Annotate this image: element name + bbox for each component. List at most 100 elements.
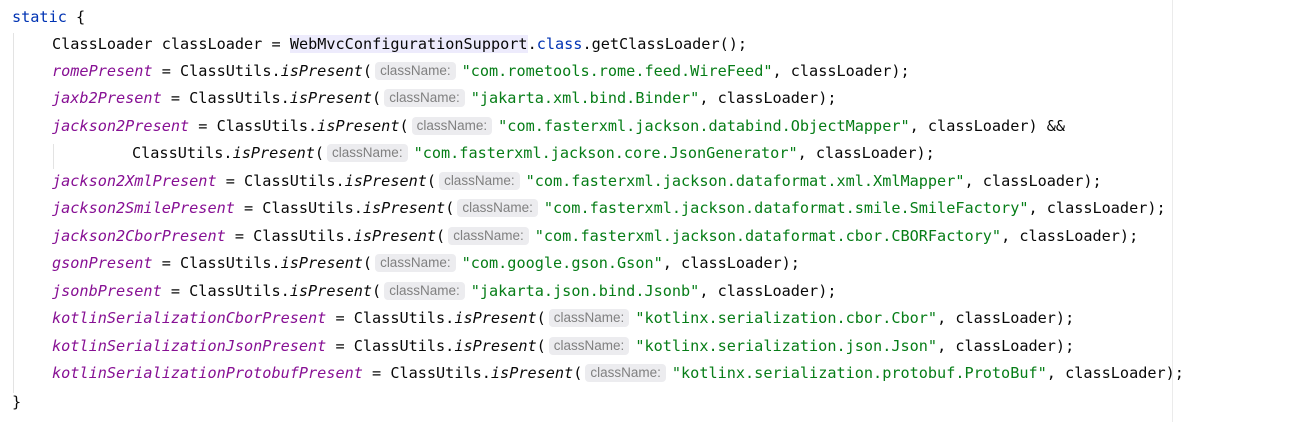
method-name: isPresent <box>280 254 363 272</box>
class-utils-ref: = ClassUtils. <box>152 254 281 272</box>
parameter-name-hint: className: <box>375 62 456 80</box>
method-name: isPresent <box>454 337 537 355</box>
code-line-assignment[interactable]: romePresent = ClassUtils.isPresent(class… <box>52 58 910 85</box>
field-name: jsonbPresent <box>52 282 162 300</box>
class-utils-ref: = ClassUtils. <box>234 199 363 217</box>
open-paren: ( <box>436 227 446 245</box>
code-line-assignment[interactable]: kotlinSerializationProtobufPresent = Cla… <box>52 360 1184 387</box>
field-name: jackson2CborPresent <box>52 227 226 245</box>
string-literal: "com.fasterxml.jackson.databind.ObjectMa… <box>498 117 910 135</box>
parameter-name-hint: className: <box>457 199 538 217</box>
string-literal: "com.fasterxml.jackson.core.JsonGenerato… <box>413 144 798 162</box>
parameter-name-hint: className: <box>585 364 666 382</box>
call-tail: , classLoader) && <box>909 117 1066 135</box>
call-tail: , classLoader); <box>1046 364 1184 382</box>
parameter-name-hint: className: <box>448 227 529 245</box>
string-literal: "jakarta.json.bind.Jsonb" <box>470 282 700 300</box>
string-literal: "jakarta.xml.bind.Binder" <box>470 89 700 107</box>
method-name: isPresent <box>362 199 446 217</box>
method-name: isPresent <box>280 62 363 80</box>
code-line-assignment[interactable]: jaxb2Present = ClassUtils.isPresent(clas… <box>52 85 836 112</box>
method-name: isPresent <box>454 309 537 327</box>
method-name: isPresent <box>353 227 437 245</box>
class-utils-ref: = ClassUtils. <box>362 364 491 382</box>
field-name: jaxb2Present <box>52 89 162 107</box>
method-name: isPresent <box>490 364 574 382</box>
type-name: ClassLoader <box>52 35 153 53</box>
call-tail: , classLoader); <box>1028 199 1166 217</box>
code-line-static-open[interactable]: static { <box>12 4 85 31</box>
method-name: isPresent <box>317 117 400 135</box>
open-paren: ( <box>536 337 546 355</box>
call-tail: , classLoader); <box>937 337 1075 355</box>
variable-name: classLoader <box>161 35 263 53</box>
string-literal: "kotlinx.serialization.cbor.Cbor" <box>635 309 938 327</box>
open-paren: ( <box>536 309 546 327</box>
code-line-assignment[interactable]: jackson2Present = ClassUtils.isPresent(c… <box>52 113 1065 140</box>
parameter-name-hint: className: <box>548 337 630 355</box>
string-literal: "com.fasterxml.jackson.dataformat.smile.… <box>543 199 1029 217</box>
code-line-assignment[interactable]: jackson2XmlPresent = ClassUtils.isPresen… <box>52 168 1102 195</box>
highlighted-class-name: WebMvcConfigurationSupport <box>289 35 528 53</box>
class-utils-ref: = ClassUtils. <box>326 337 455 355</box>
open-paren: ( <box>426 172 437 190</box>
field-name: kotlinSerializationProtobufPresent <box>52 364 363 382</box>
parameter-name-hint: className: <box>439 172 520 190</box>
parameter-name-hint: className: <box>384 89 465 107</box>
open-brace: { <box>76 8 86 26</box>
get-classloader-call: .getClassLoader(); <box>582 35 748 53</box>
static-keyword: static <box>12 8 67 26</box>
call-tail: , classLoader); <box>937 309 1075 327</box>
parameter-name-hint: className: <box>548 309 630 327</box>
method-name: isPresent <box>289 89 373 107</box>
parameter-name-hint: className: <box>384 282 465 300</box>
code-line-assignment[interactable]: kotlinSerializationCborPresent = ClassUt… <box>52 305 1074 332</box>
open-paren: ( <box>399 117 409 135</box>
string-literal: "kotlinx.serialization.protobuf.ProtoBuf… <box>671 364 1047 382</box>
string-literal: "com.fasterxml.jackson.dataformat.xml.Xm… <box>525 172 965 190</box>
right-margin-guide <box>1172 0 1173 422</box>
parameter-name-hint: className: <box>411 117 493 135</box>
code-line-assignment[interactable]: jackson2SmilePresent = ClassUtils.isPres… <box>52 195 1166 222</box>
string-literal: "com.fasterxml.jackson.dataformat.cbor.C… <box>534 227 1002 245</box>
string-literal: "com.google.gson.Gson" <box>461 254 663 272</box>
field-name: romePresent <box>52 62 153 80</box>
open-paren: ( <box>372 282 382 300</box>
open-paren: ( <box>362 254 373 272</box>
field-name: jackson2Present <box>52 117 190 135</box>
class-utils-ref: = ClassUtils. <box>225 227 354 245</box>
code-line-assignment[interactable]: jackson2CborPresent = ClassUtils.isPrese… <box>52 223 1138 250</box>
close-brace: } <box>12 393 22 411</box>
field-name: kotlinSerializationJsonPresent <box>52 337 327 355</box>
code-line-assignment[interactable]: jsonbPresent = ClassUtils.isPresent(clas… <box>52 278 836 305</box>
code-editor[interactable]: static { ClassLoader classLoader = WebMv… <box>0 0 1291 422</box>
open-paren: ( <box>362 62 373 80</box>
class-utils-ref: = ClassUtils. <box>161 282 290 300</box>
field-name: jackson2XmlPresent <box>52 172 217 190</box>
field-name: gsonPresent <box>52 254 153 272</box>
code-line-assignment[interactable]: gsonPresent = ClassUtils.isPresent(class… <box>52 250 800 277</box>
class-utils-ref: = ClassUtils. <box>189 117 318 135</box>
code-line-assignment[interactable]: kotlinSerializationJsonPresent = ClassUt… <box>52 333 1074 360</box>
code-line-close[interactable]: } <box>12 389 21 416</box>
field-name: kotlinSerializationCborPresent <box>52 309 327 327</box>
method-name: isPresent <box>232 144 315 162</box>
call-tail: , classLoader); <box>1001 227 1139 245</box>
class-utils-ref: = ClassUtils. <box>216 172 345 190</box>
string-literal: "com.rometools.rome.feed.WireFeed" <box>461 62 773 80</box>
field-name: jackson2SmilePresent <box>52 199 235 217</box>
equals-operator: = <box>271 35 281 53</box>
call-tail: , classLoader); <box>662 254 800 272</box>
string-literal: "kotlinx.serialization.json.Json" <box>635 337 938 355</box>
code-line-assignment[interactable]: ClassUtils.isPresent(className: "com.fast… <box>132 140 935 167</box>
parameter-name-hint: className: <box>327 144 408 162</box>
open-paren: ( <box>372 89 382 107</box>
code-line-classloader[interactable]: ClassLoader classLoader = WebMvcConfigur… <box>52 31 747 58</box>
class-keyword: class <box>536 35 583 53</box>
call-tail: , classLoader); <box>772 62 910 80</box>
class-utils-ref: ClassUtils. <box>132 144 233 162</box>
method-name: isPresent <box>289 282 373 300</box>
indent-guide-continuation <box>53 144 54 169</box>
call-tail: , classLoader); <box>797 144 935 162</box>
parameter-name-hint: className: <box>375 254 456 272</box>
